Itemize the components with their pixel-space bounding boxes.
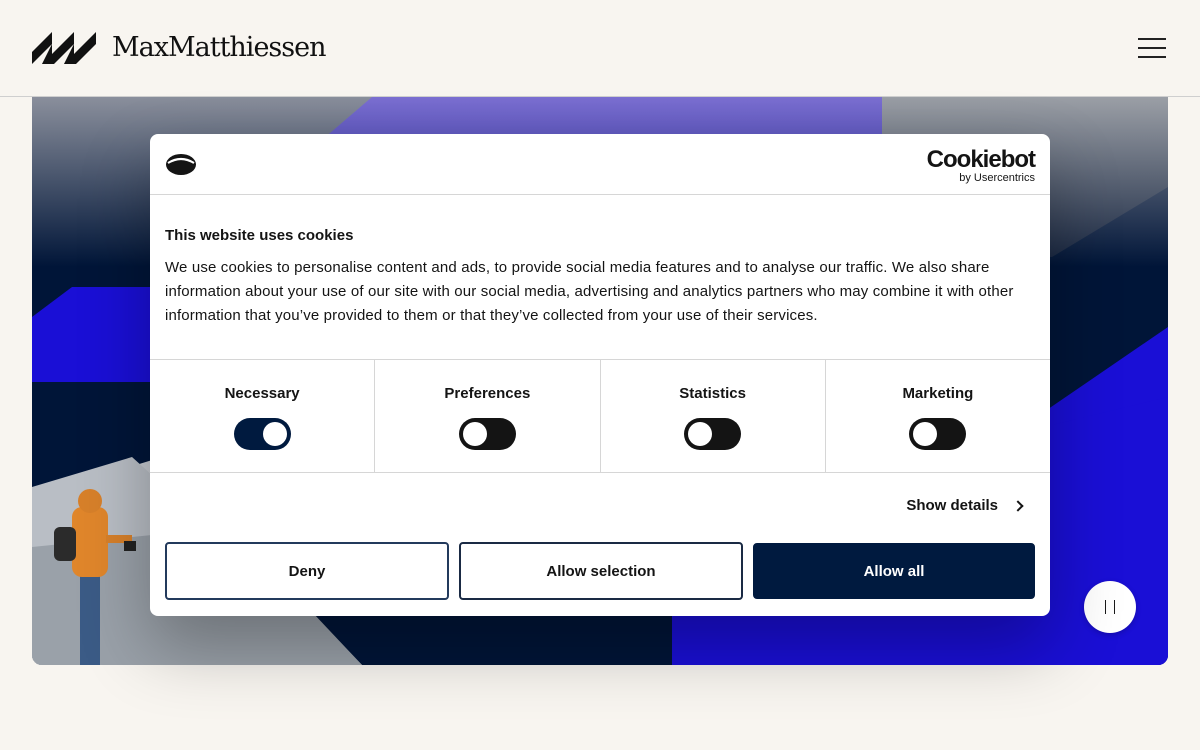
cookie-icon bbox=[166, 154, 196, 175]
toggle-preferences[interactable] bbox=[458, 418, 516, 450]
hamburger-icon-bar bbox=[1138, 47, 1166, 49]
show-details-link[interactable]: Show details bbox=[906, 496, 1024, 516]
dialog-actions: Deny Allow selection Allow all bbox=[165, 542, 1035, 600]
deny-button[interactable]: Deny bbox=[165, 542, 449, 600]
category-label: Preferences bbox=[444, 385, 531, 402]
dialog-header: Cookiebot by Usercentrics bbox=[150, 134, 1050, 195]
dialog-description: We use cookies to personalise content an… bbox=[165, 259, 1014, 324]
site-header: MaxMatthiessen bbox=[0, 0, 1200, 97]
toggle-knob bbox=[262, 422, 287, 446]
logo-mark-icon bbox=[32, 32, 96, 64]
chevron-right-icon bbox=[1012, 500, 1024, 512]
category-statistics: Statistics bbox=[601, 360, 826, 472]
category-marketing: Marketing bbox=[826, 360, 1050, 472]
hamburger-icon-bar bbox=[1138, 56, 1166, 58]
brand-name: MaxMatthiessen bbox=[112, 32, 326, 63]
allow-selection-button[interactable]: Allow selection bbox=[459, 542, 743, 600]
dialog-body: This website uses cookies We use cookies… bbox=[165, 226, 1035, 328]
allow-all-button[interactable]: Allow all bbox=[753, 543, 1035, 599]
cookiebot-logo[interactable]: Cookiebot by Usercentrics bbox=[926, 146, 1036, 185]
dialog-title: This website uses cookies bbox=[165, 227, 354, 244]
show-details-label: Show details bbox=[906, 497, 998, 514]
vendor-name: Cookiebot bbox=[926, 146, 1036, 173]
category-necessary: Necessary bbox=[150, 360, 376, 472]
category-label: Marketing bbox=[902, 385, 974, 402]
consent-categories: Necessary Preferences Statistics Marketi… bbox=[150, 359, 1050, 473]
toggle-knob bbox=[688, 422, 713, 446]
toggle-necessary[interactable] bbox=[233, 418, 291, 450]
category-label: Statistics bbox=[679, 385, 746, 402]
hamburger-icon bbox=[1138, 38, 1166, 40]
toggle-statistics[interactable] bbox=[684, 418, 742, 450]
pause-icon bbox=[1105, 600, 1115, 614]
category-label: Necessary bbox=[224, 385, 300, 402]
pause-button[interactable] bbox=[1084, 581, 1136, 633]
toggle-knob bbox=[913, 422, 938, 446]
site-logo[interactable]: MaxMatthiessen bbox=[32, 32, 326, 64]
toggle-marketing[interactable] bbox=[909, 418, 967, 450]
cookie-consent-dialog: Cookiebot by Usercentrics This website u… bbox=[150, 134, 1050, 616]
vendor-sub: by Usercentrics bbox=[959, 172, 1035, 184]
category-preferences: Preferences bbox=[375, 360, 601, 472]
toggle-knob bbox=[462, 422, 487, 446]
menu-button[interactable] bbox=[1136, 36, 1168, 60]
